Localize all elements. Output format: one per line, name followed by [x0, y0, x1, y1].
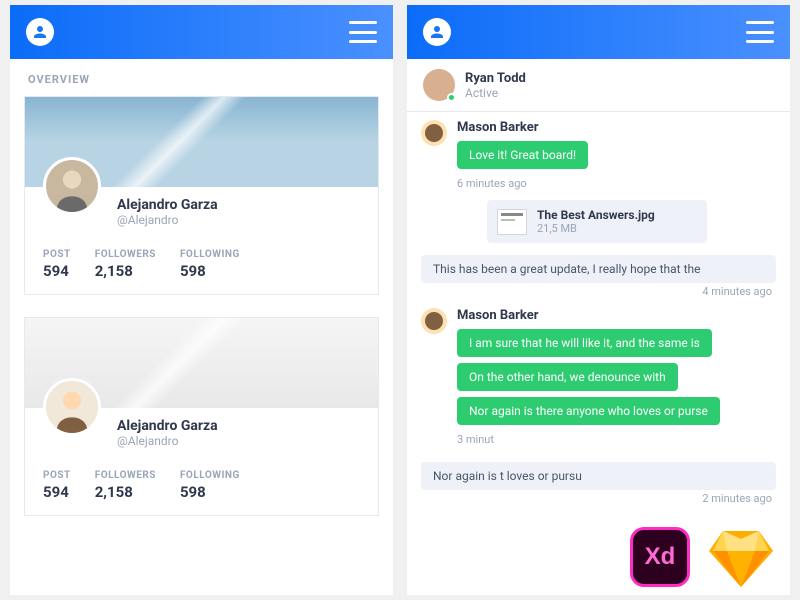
- profile-card[interactable]: Alejandro Garza @Alejandro POST 594 FOLLO…: [24, 317, 379, 516]
- cover-image: [25, 318, 378, 408]
- stat-value: 594: [43, 262, 71, 280]
- stat-label: FOLLOWERS: [95, 470, 156, 481]
- stat-label: POST: [43, 249, 71, 260]
- profile-name: Alejandro Garza: [117, 197, 360, 213]
- chat-user-name: Ryan Todd: [465, 71, 526, 86]
- stat-value: 2,158: [95, 262, 156, 280]
- attachment[interactable]: The Best Answers.jpg 21,5 MB: [487, 200, 707, 243]
- stat-value: 594: [43, 483, 71, 501]
- stat-value: 2,158: [95, 483, 156, 501]
- app-header: [407, 5, 790, 59]
- app-badges: Xd: [630, 527, 774, 587]
- adobe-xd-icon: Xd: [630, 527, 690, 587]
- status-dot-icon: [447, 93, 456, 102]
- profile-stats: POST 594 FOLLOWERS 2,158 FOLLOWING 598: [25, 231, 378, 294]
- message-time: 3 minut: [457, 433, 776, 446]
- chat-avatar[interactable]: [423, 69, 455, 101]
- message-group: Mason Barker I am sure that he will like…: [421, 308, 776, 456]
- profile-card[interactable]: Alejandro Garza @Alejandro POST 594 FOLLO…: [24, 96, 379, 295]
- profile-name: Alejandro Garza: [117, 418, 360, 434]
- profile-cards: Alejandro Garza @Alejandro POST 594 FOLLO…: [10, 96, 393, 595]
- message-time: 6 minutes ago: [457, 177, 776, 190]
- stat-value: 598: [180, 483, 240, 501]
- avatar[interactable]: [43, 157, 101, 215]
- message-list: Mason Barker Love it! Great board! 6 min…: [407, 112, 790, 595]
- chat-header: Ryan Todd Active: [407, 59, 790, 112]
- profile-stats: POST 594 FOLLOWERS 2,158 FOLLOWING 598: [25, 452, 378, 515]
- attachment-size: 21,5 MB: [537, 222, 655, 235]
- chat-user-status: Active: [465, 86, 526, 100]
- stat-label: FOLLOWERS: [95, 249, 156, 260]
- menu-icon[interactable]: [349, 21, 377, 43]
- message-time: 4 minutes ago: [421, 285, 772, 298]
- menu-icon[interactable]: [746, 21, 774, 43]
- message-author: Mason Barker: [457, 120, 776, 135]
- app-header: [10, 5, 393, 59]
- file-icon: [497, 209, 527, 235]
- section-label: OVERVIEW: [10, 59, 393, 96]
- profile-handle: @Alejandro: [117, 434, 360, 448]
- stat-label: FOLLOWING: [180, 470, 240, 481]
- message-group: Mason Barker Love it! Great board! 6 min…: [421, 120, 776, 249]
- account-icon[interactable]: [26, 18, 54, 46]
- stat-label: POST: [43, 470, 71, 481]
- message-bubble: Nor again is there anyone who loves or p…: [457, 397, 720, 425]
- avatar[interactable]: [43, 378, 101, 436]
- message-bubble: On the other hand, we denounce with: [457, 363, 678, 391]
- message-avatar[interactable]: [421, 120, 447, 146]
- message-bubble: I am sure that he will like it, and the …: [457, 329, 712, 357]
- sketch-icon: [708, 531, 774, 587]
- message-bubble: Love it! Great board!: [457, 141, 588, 169]
- stat-value: 598: [180, 262, 240, 280]
- message-avatar[interactable]: [421, 308, 447, 334]
- overview-panel: OVERVIEW Alejandro Garza @Alejandro POST…: [10, 5, 393, 595]
- message-bubble: Nor again is t loves or pursu: [421, 462, 776, 490]
- chat-panel: Ryan Todd Active Mason Barker Love it! G…: [407, 5, 790, 595]
- cover-image: [25, 97, 378, 187]
- message-bubble: This has been a great update, I really h…: [421, 255, 776, 283]
- message-author: Mason Barker: [457, 308, 776, 323]
- profile-handle: @Alejandro: [117, 213, 360, 227]
- account-icon[interactable]: [423, 18, 451, 46]
- attachment-name: The Best Answers.jpg: [537, 208, 655, 222]
- message-time: 2 minutes ago: [421, 492, 772, 505]
- stat-label: FOLLOWING: [180, 249, 240, 260]
